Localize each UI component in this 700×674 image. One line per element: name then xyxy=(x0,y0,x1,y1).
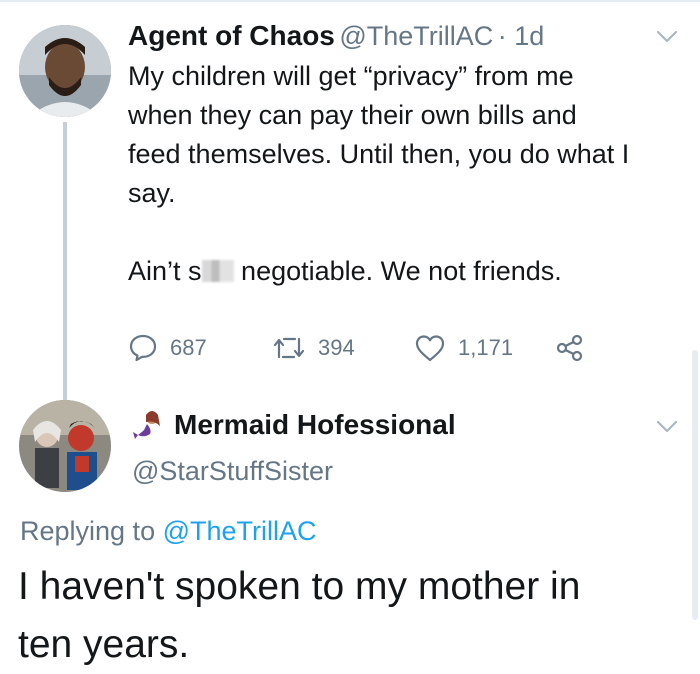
reply-count: 687 xyxy=(170,335,207,360)
tweet-text-post-censor: negotiable. We not friends. xyxy=(241,256,562,286)
reply-header: Mermaid Hofessional xyxy=(132,408,456,442)
mermaid-emoji-icon xyxy=(133,411,160,439)
author-handle[interactable]: @TheTrillAC xyxy=(339,21,493,51)
retweet-action[interactable]: 394 xyxy=(272,333,355,363)
censored-word-blur xyxy=(201,260,234,282)
reply-menu-chevron-icon[interactable] xyxy=(656,420,678,439)
replying-to-label: Replying to xyxy=(20,516,163,546)
tweet-text-pre-censor: Ain’t s xyxy=(128,256,202,286)
scrollbar-thumb[interactable] xyxy=(692,350,698,620)
tweet-timestamp[interactable]: · 1d xyxy=(498,21,545,51)
heart-icon xyxy=(415,335,445,362)
replying-to-line: Replying to @TheTrillAC xyxy=(20,516,317,547)
retweet-icon xyxy=(273,337,305,359)
tweet-text-line: Ain’t s negotiable. We not friends. xyxy=(128,252,562,291)
tweet-header: Agent of Chaos @TheTrillAC · 1d xyxy=(128,20,544,52)
tweet-text-line: feed themselves. Until then, you do what… xyxy=(128,139,630,169)
like-count: 1,171 xyxy=(458,335,514,360)
reply-text-line: ten years. xyxy=(18,623,190,666)
avatar-photo-icon xyxy=(19,400,111,492)
like-action[interactable]: 1,171 xyxy=(414,333,513,363)
reply-author-avatar[interactable] xyxy=(19,400,111,492)
tweet-text-line: My children will get “privacy” from me xyxy=(128,61,574,91)
reply-action[interactable]: 687 xyxy=(128,333,207,363)
reply-text-line: I haven't spoken to my mother in xyxy=(18,565,581,608)
thread-connector-line xyxy=(63,122,67,400)
avatar-portrait-icon xyxy=(19,25,111,117)
reply-author-name[interactable]: Mermaid Hofessional xyxy=(174,409,456,441)
tweet-text: My children will get “privacy” from me w… xyxy=(128,57,688,213)
top-divider xyxy=(0,0,700,2)
reply-bubble-icon xyxy=(129,334,157,362)
reply-text: I haven't spoken to my mother in ten yea… xyxy=(18,558,678,674)
share-action[interactable] xyxy=(555,333,585,363)
retweet-count: 394 xyxy=(318,335,355,360)
author-name[interactable]: Agent of Chaos xyxy=(128,20,335,51)
author-avatar[interactable] xyxy=(19,25,111,117)
reply-author-handle[interactable]: @StarStuffSister xyxy=(132,456,333,487)
tweet-text-line: when they can pay their own bills and xyxy=(128,100,577,130)
replying-to-handle-link[interactable]: @TheTrillAC xyxy=(163,516,317,546)
tweet-menu-chevron-icon[interactable] xyxy=(656,30,678,49)
share-icon xyxy=(556,334,583,362)
tweet-text-line: say. xyxy=(128,178,176,208)
